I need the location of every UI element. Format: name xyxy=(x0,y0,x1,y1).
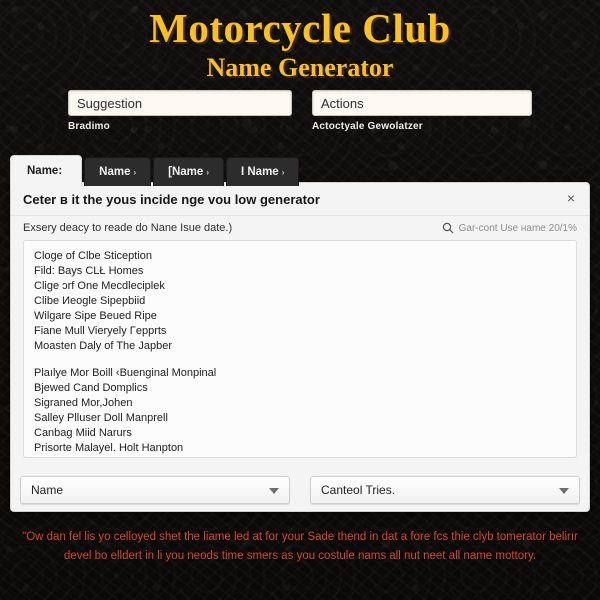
list-item[interactable]: Sigraned Mor,Johen xyxy=(34,396,566,411)
chevron-down-icon xyxy=(269,488,279,494)
chevron-right-icon: › xyxy=(133,168,137,177)
tab-name-1[interactable]: Name › xyxy=(84,157,152,186)
list-item[interactable]: Wilgare Sipe Beued Ripe xyxy=(34,309,566,324)
tab-bar: Name: Name › [Name › I Name › xyxy=(10,155,300,186)
tab-label: I Name xyxy=(240,166,279,178)
chevron-right-icon: › xyxy=(281,168,285,177)
list-item[interactable]: Prisorte Malayel. Holt Hanpton xyxy=(34,441,566,456)
suggestion-field-group: Bradimo xyxy=(68,90,292,132)
tab-name-0[interactable]: Name: xyxy=(10,155,83,186)
list-item[interactable]: Salley Рlluser Doll Manprell xyxy=(34,411,566,426)
close-icon[interactable]: × xyxy=(562,189,580,207)
select-row: Name Canteol Tries. xyxy=(20,476,580,504)
title-line-2: Name Generator xyxy=(206,53,394,82)
panel-header: Ceter ʙ it the yous incide nge vou low g… xyxy=(11,183,589,216)
canteol-select[interactable]: Canteol Tries. xyxy=(310,476,580,504)
list-group-0: Cloge of Clbe Stiception Fild: Bays CLŁ … xyxy=(34,249,566,354)
name-select[interactable]: Name xyxy=(20,476,290,504)
list-item[interactable]: Cloge of Clbe Stiception xyxy=(34,249,566,264)
chevron-right-icon: › xyxy=(206,168,209,177)
footer-note: "Ow dan fel lis yo celloyed shet the lia… xyxy=(22,531,578,562)
title-line-1: Motorcycle Club xyxy=(149,5,451,51)
actions-caption: Actoctyale Gewolatzer xyxy=(312,121,423,132)
list-item[interactable]: Bјewed Cand Domplics xyxy=(34,381,566,396)
panel-subtext: Exsery deacy to reade do Nane Isue date.… xyxy=(23,222,233,234)
list-item[interactable]: Edipot to Rake Reef xyxy=(34,456,566,457)
list-group-1: Plaılye Mor Boill ‹Βuenginal Monpinal Bј… xyxy=(34,366,566,457)
list-item[interactable]: Moasten Daly of The Japber xyxy=(34,339,566,354)
list-item[interactable]: Plaılye Mor Boill ‹Βuenginal Monpinal xyxy=(34,366,566,381)
tab-label: [Name xyxy=(168,166,204,178)
tab-label: Name: xyxy=(27,165,63,177)
tab-name-2[interactable]: [Name › xyxy=(153,157,224,186)
results-panel: Ceter ʙ it the yous incide nge vou low g… xyxy=(10,182,590,512)
list-item[interactable]: Clige ɔrf One Mecdleciplek xyxy=(34,279,566,294)
list-item[interactable]: Fild: Bays CLŁ Homes xyxy=(34,264,566,279)
canteol-select-label: Canteol Tries. xyxy=(321,483,396,497)
actions-input[interactable] xyxy=(312,90,532,116)
top-form-row: Bradimo Actoctyale Gewolatzer xyxy=(0,90,600,140)
search-icon xyxy=(442,222,454,234)
page-title: Motorcycle Club Name Generator xyxy=(0,4,600,84)
search-box[interactable]: Gar-cont Use нame 20/1% xyxy=(442,222,577,234)
panel-title: Ceter ʙ it the yous incide nge vou low g… xyxy=(23,192,320,207)
name-select-label: Name xyxy=(31,483,64,497)
name-list[interactable]: Cloge of Clbe Stiception Fild: Bays CLŁ … xyxy=(23,240,577,458)
tab-name-3[interactable]: I Name › xyxy=(225,157,300,186)
search-text: Gar-cont Use нame 20/1% xyxy=(458,222,577,234)
actions-field-group: Actoctyale Gewolatzer xyxy=(312,90,532,132)
suggestion-input[interactable] xyxy=(68,90,292,116)
panel-subbar: Exsery deacy to reade do Nane Isue date.… xyxy=(11,216,589,240)
list-item[interactable]: Fiane Mull Vieryely Γepprts xyxy=(34,324,566,339)
suggestion-caption: Bradimo xyxy=(68,121,110,132)
list-item[interactable]: Canbag Miid Narurs xyxy=(34,426,566,441)
tab-label: Name xyxy=(99,166,131,178)
chevron-down-icon xyxy=(559,488,569,494)
list-item[interactable]: Clibe Иeoɡle Sipepbiid xyxy=(34,294,566,309)
